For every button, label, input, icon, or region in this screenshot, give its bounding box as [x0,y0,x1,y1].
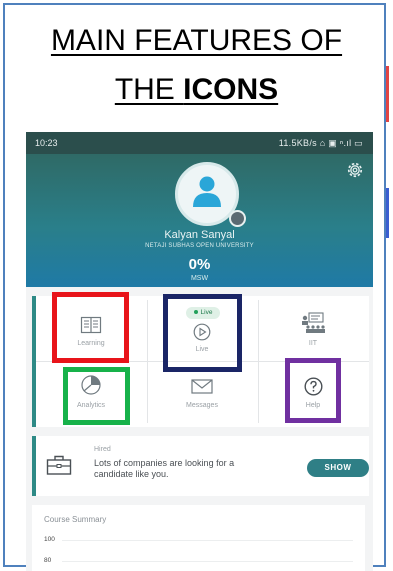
edge-red-accent [386,66,389,122]
university-name: NETAJI SUBHAS OPEN UNIVERSITY [145,243,254,249]
user-name: Kalyan Sanyal [164,229,235,241]
show-button[interactable]: SHOW [307,459,369,477]
chart-tick-label: 100 [44,536,55,543]
chart-gridline [62,561,353,562]
slide-title-line1: MAIN FEATURES OF [50,24,343,57]
highlight-box-red [52,292,129,363]
degree-label: MSW [190,275,209,282]
profile-header: Kalyan Sanyal NETAJI SUBHAS OPEN UNIVERS… [26,154,373,287]
status-time: 10:23 [35,138,58,148]
slide-title-line2: THE ICONS [0,73,393,107]
chart-tick-label: 80 [44,557,52,564]
course-summary-title: Course Summary [44,515,107,524]
slide-title-bold: ICONS [183,73,279,106]
slide-title-prefix: THE [114,73,184,106]
status-indicators: 11.5KB/s ⌂ ▣ ⁿ.ıl ▭ [278,138,363,148]
user-avatar-icon [193,176,221,207]
feature-label: IIT [308,340,318,347]
envelope-icon [191,379,213,394]
hired-title: Hired [94,446,111,453]
feature-iit[interactable]: IIT [258,296,368,361]
highlight-box-navy [163,294,242,372]
hired-message: Lots of companies are looking for a cand… [94,458,235,479]
chart-gridline [62,540,353,541]
edge-blue-accent [386,188,389,238]
progress-percent: 0% [188,256,211,273]
settings-gear-icon[interactable] [345,160,365,180]
highlight-box-purple [285,358,341,423]
classroom-icon [302,312,325,333]
highlight-box-green [63,367,130,425]
course-summary-card: Course Summary 100 80 [32,505,365,571]
camera-icon[interactable] [229,210,246,227]
feature-label: Messages [186,402,218,409]
briefcase-icon [46,455,72,475]
status-bar: 10:23 11.5KB/s ⌂ ▣ ⁿ.ıl ▭ [26,132,373,154]
hired-card: Hired Lots of companies are looking for … [32,436,369,496]
